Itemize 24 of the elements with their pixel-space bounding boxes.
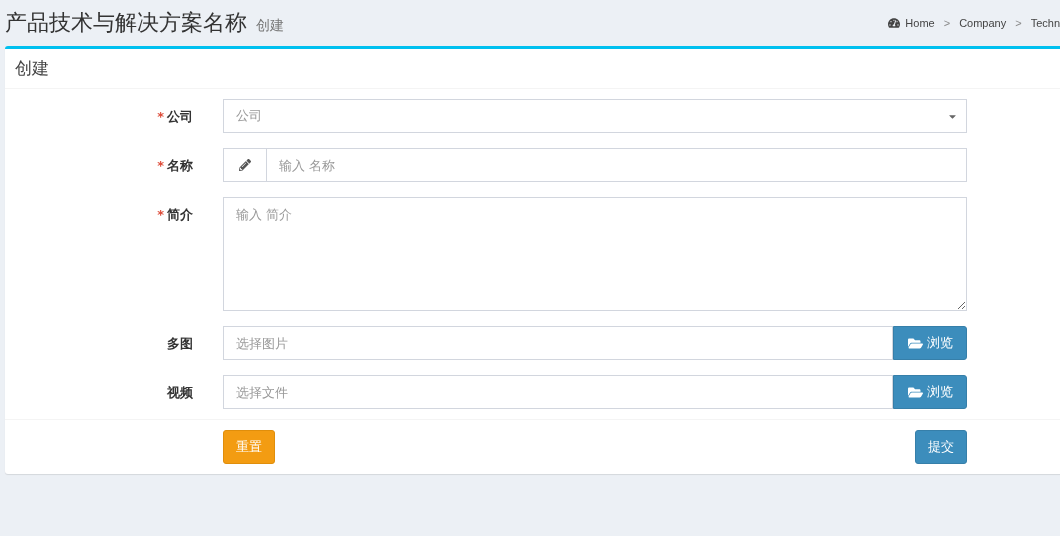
field-label: * 公司	[156, 108, 193, 126]
browse-button[interactable]: 浏览	[893, 326, 967, 360]
field-label: 视频	[166, 384, 193, 402]
dashboard-icon	[888, 17, 901, 29]
breadcrumb-link[interactable]: Company	[959, 17, 1007, 29]
field-label: * 简介	[156, 206, 193, 224]
page-subtitle: 创建	[256, 17, 284, 35]
pencil-icon	[239, 159, 251, 171]
textarea-field[interactable]: 输入 简介	[223, 197, 967, 311]
breadcrumb-link[interactable]: Techn	[1030, 17, 1060, 29]
reset-button[interactable]: 重置	[223, 430, 275, 464]
card-title: 创建	[15, 57, 49, 80]
field-label: 多图	[166, 335, 193, 353]
file-path-field[interactable]: 选择文件	[223, 375, 893, 409]
breadcrumb-separator: >	[942, 17, 952, 29]
submit-button[interactable]: 提交	[915, 430, 967, 464]
breadcrumb-link[interactable]: Home	[888, 17, 935, 29]
company-select[interactable]: 公司	[223, 99, 967, 133]
breadcrumb-separator: >	[1014, 17, 1023, 29]
input-field[interactable]: 输入 名称	[266, 148, 967, 182]
browse-button[interactable]: 浏览	[893, 375, 967, 409]
field-label: * 名称	[156, 157, 193, 175]
page-title: 产品技术与解决方案名称	[5, 9, 247, 37]
file-path-field[interactable]: 选择图片	[223, 326, 893, 360]
